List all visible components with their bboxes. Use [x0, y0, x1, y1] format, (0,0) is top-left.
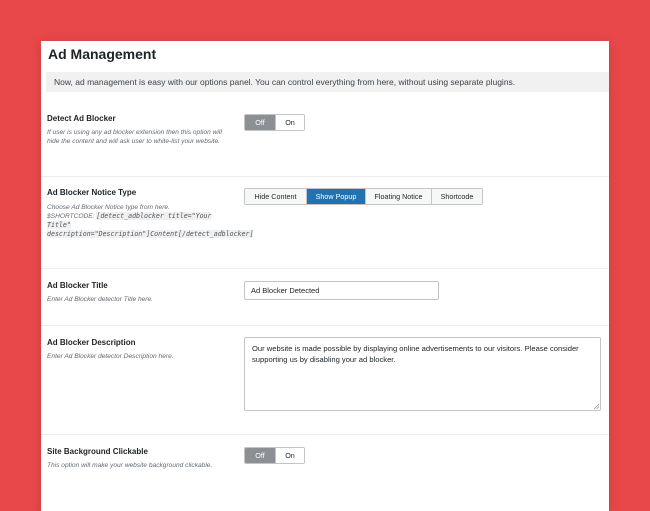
notice-type-description: Choose Ad Blocker Notice type from here.… [47, 203, 254, 239]
background-clickable-description: This option will make your website backg… [47, 462, 213, 469]
detect-ad-blocker-on-button[interactable]: On [275, 115, 304, 130]
detect-ad-blocker-toggle: Off On [244, 114, 305, 131]
background-clickable-on-button[interactable]: On [275, 448, 304, 463]
shortcode-button[interactable]: Shortcode [431, 189, 482, 204]
background-clickable-label: Site Background Clickable [47, 447, 148, 456]
ad-blocker-description-help: Enter Ad Blocker detector Description he… [47, 353, 174, 360]
resize-grip-icon[interactable] [593, 403, 599, 409]
hide-content-button[interactable]: Hide Content [245, 189, 306, 204]
background-clickable-off-button[interactable]: Off [245, 448, 275, 463]
ad-blocker-description-value: Our website is made possible by displayi… [252, 344, 579, 364]
ad-management-panel: Ad Management Now, ad management is easy… [41, 41, 609, 511]
background-clickable-toggle: Off On [244, 447, 305, 464]
ad-blocker-title-row: Ad Blocker Title Enter Ad Blocker detect… [41, 269, 609, 326]
detect-ad-blocker-label: Detect Ad Blocker [47, 114, 116, 123]
panel-title: Ad Management [48, 46, 157, 62]
ad-blocker-description-textarea[interactable]: Our website is made possible by displayi… [244, 337, 601, 411]
shortcode-prefix: $SHORTCODE: [47, 213, 95, 220]
ad-blocker-description-row: Ad Blocker Description Enter Ad Blocker … [41, 326, 609, 435]
notice-type-label: Ad Blocker Notice Type [47, 188, 137, 197]
notice-type-selector: Hide Content Show Popup Floating Notice … [244, 188, 483, 205]
detect-ad-blocker-description: If user is using any ad blocker extensio… [47, 129, 222, 145]
ad-blocker-description-label: Ad Blocker Description [47, 338, 136, 347]
background-clickable-row: Site Background Clickable This option wi… [41, 435, 609, 505]
ad-blocker-title-label: Ad Blocker Title [47, 281, 108, 290]
detect-ad-blocker-off-button[interactable]: Off [245, 115, 275, 130]
info-notice: Now, ad management is easy with our opti… [46, 72, 609, 92]
floating-notice-button[interactable]: Floating Notice [365, 189, 431, 204]
notice-type-description-line1: Choose Ad Blocker Notice type from here. [47, 204, 170, 211]
ad-blocker-title-description: Enter Ad Blocker detector Title here. [47, 296, 153, 303]
ad-blocker-title-input[interactable]: Ad Blocker Detected [244, 281, 439, 300]
detect-ad-blocker-row: Detect Ad Blocker If user is using any a… [41, 95, 609, 177]
show-popup-button[interactable]: Show Popup [306, 189, 365, 204]
notice-type-row: Ad Blocker Notice Type Choose Ad Blocker… [41, 177, 609, 269]
